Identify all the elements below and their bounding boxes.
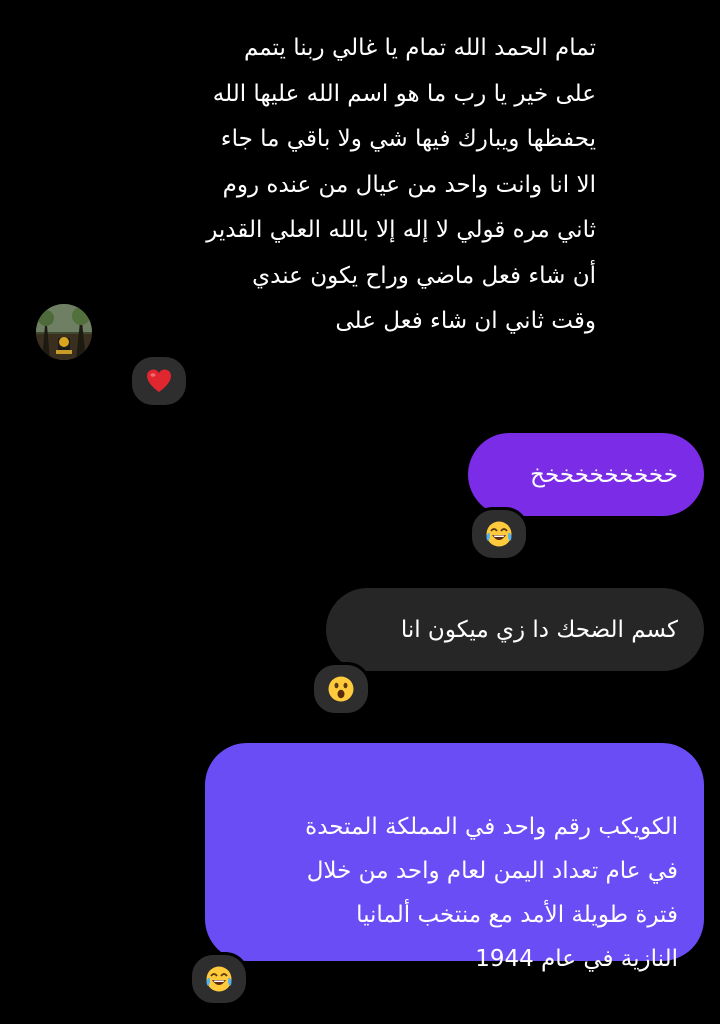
red-heart-icon bbox=[147, 369, 171, 392]
face-with-tears-of-joy-icon bbox=[486, 521, 512, 547]
outgoing-message-bubble[interactable]: كسم الضحك دا زي ميكون انا bbox=[326, 588, 704, 671]
message-reaction[interactable] bbox=[311, 662, 371, 716]
message-text: الكويكب رقم واحد في المملكة المتحدة في ع… bbox=[305, 814, 678, 972]
avatar-image bbox=[36, 304, 92, 360]
incoming-message-text[interactable]: تمام الحمد الله تمام يا غالي ربنا يتمم ع… bbox=[96, 26, 596, 345]
message-text: خخخخخخخخخخ bbox=[530, 462, 678, 488]
message-reaction[interactable] bbox=[469, 507, 529, 561]
astonished-face-icon bbox=[328, 676, 354, 702]
outgoing-message-bubble[interactable]: خخخخخخخخخخ bbox=[468, 433, 704, 516]
message-reaction[interactable] bbox=[189, 952, 249, 1006]
face-with-tears-of-joy-icon bbox=[206, 966, 232, 992]
outgoing-message-bubble[interactable]: الكويكب رقم واحد في المملكة المتحدة في ع… bbox=[205, 743, 704, 972]
message-reaction[interactable] bbox=[129, 354, 189, 408]
message-text: كسم الضحك دا زي ميكون انا bbox=[400, 617, 678, 643]
contact-avatar[interactable] bbox=[36, 304, 92, 360]
